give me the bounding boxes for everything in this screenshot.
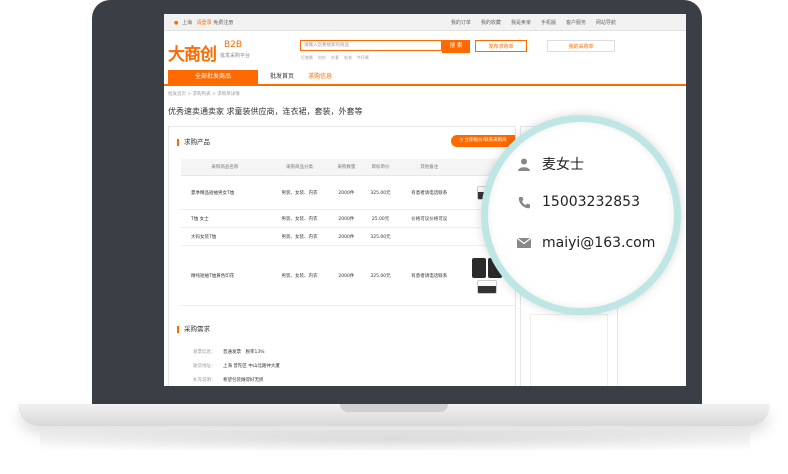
item-category: 男装、女装、内衣	[268, 209, 331, 228]
item-price: 325.00元	[362, 245, 399, 306]
info-invoice: 发票信息： 普通发票 税率13%	[193, 349, 265, 355]
quote-button-label: 立即报价/联系采购商	[464, 138, 507, 143]
item-quantity: 2000件	[330, 227, 363, 246]
topbar-link-orders[interactable]: 我的订单	[451, 19, 471, 26]
item-name: 大码女装T恤	[181, 227, 269, 246]
laptop-base-notch	[340, 404, 448, 412]
location-area: ● 上海 请登录 免费注册	[174, 19, 233, 26]
hot-word[interactable]: 牛仔裤	[357, 55, 369, 61]
topbar-link-mobile[interactable]: 手机版	[541, 19, 556, 26]
phone-icon	[516, 195, 532, 209]
side-panel-box	[530, 314, 608, 386]
item-note	[398, 227, 460, 246]
search-input[interactable]: 请输入您要搜索的商品	[300, 40, 442, 51]
topbar-links: 我的订单 我的收藏 我是卖家 手机版 客户服务 网站导航	[451, 19, 616, 26]
contact-name: 麦女士	[542, 157, 584, 173]
post-request-button[interactable]: 发布求购单	[475, 40, 527, 52]
product-thumbnail[interactable]	[472, 257, 487, 278]
topbar-link-sitenav[interactable]: 网站导航	[596, 19, 616, 26]
section-heading-requirements: 采购需求	[177, 326, 210, 333]
item-price: 25.00元	[362, 209, 399, 228]
purchase-list-button[interactable]: 我的采购单	[547, 40, 615, 52]
column-header: 目标单价	[362, 159, 399, 176]
login-link[interactable]: 请登录	[197, 20, 212, 26]
register-link[interactable]: 免费注册	[213, 20, 233, 26]
info-value: 普通发票 税率13%	[223, 350, 265, 355]
info-notes: 补充说明： 希望包装做得好无损	[193, 377, 264, 383]
column-header: 采购数量	[330, 159, 363, 176]
person-icon	[516, 157, 532, 171]
info-label: 补充说明：	[193, 378, 216, 383]
item-price: 325.00元	[362, 227, 399, 246]
contact-email: maiyi@163.com	[542, 235, 656, 251]
item-name: T恤 女士	[181, 209, 269, 228]
logo-b2b-mark: B2B	[224, 40, 243, 50]
location-pin-icon: ●	[174, 20, 179, 26]
item-quantity: 2000件	[330, 175, 363, 210]
column-header: 其他备注	[398, 159, 460, 176]
main-nav: 全部批发商品 批发首页 求购信息	[164, 70, 686, 86]
table-row: 大码女装T恤 男装、女装、内衣 2000件 325.00元	[181, 227, 515, 246]
item-category: 男装、女装、内衣	[268, 175, 331, 210]
info-value: 上海 普陀区 中山北路仲大厦	[223, 364, 280, 369]
hot-word[interactable]: 衬衫	[318, 55, 326, 61]
info-label: 收货地址：	[193, 364, 216, 369]
topbar-link-service[interactable]: 客户服务	[566, 19, 586, 26]
purchase-card: 求购产品 ◷ 立即报价/联系采购商 采购商品名称 采购商品分类 采购数量 目标单…	[168, 126, 516, 386]
item-note: 有意者请电话联系	[398, 245, 460, 306]
table-row: 夏季精品短袖男女T恤 男装、女装、内衣 2000件 325.00元 有意者请电话…	[181, 175, 515, 210]
page-title: 优秀速卖通卖家 求童装供应商，连衣裙，套装，外套等	[168, 107, 363, 116]
hot-word[interactable]: 打底裤	[301, 55, 313, 61]
item-name: 夏季精品短袖男女T恤	[181, 175, 269, 210]
table-row: 精纯短袖T恤黄色印花 男装、女装、内衣 2000件 325.00元 有意者请电话…	[181, 245, 515, 306]
purchase-items-table: 采购商品名称 采购商品分类 采购数量 目标单价 其他备注 夏季精品短袖男女T恤 …	[181, 159, 515, 306]
section-heading-products: 求购产品	[177, 139, 210, 146]
hot-word[interactable]: 外套	[331, 55, 339, 61]
topbar-link-seller[interactable]: 我是卖家	[511, 19, 531, 26]
contact-name-row: 麦女士	[516, 154, 584, 174]
info-value: 希望包装做得好无损	[223, 378, 264, 383]
location-text[interactable]: 上海	[182, 20, 192, 26]
logo-subtitle: 批发采购平台	[220, 53, 251, 59]
nav-purchase-info[interactable]: 求购信息	[308, 70, 332, 84]
table-header-row: 采购商品名称 采购商品分类 采购数量 目标单价 其他备注	[181, 159, 515, 176]
nav-wholesale-home[interactable]: 批发首页	[270, 70, 294, 84]
contact-email-row: maiyi@163.com	[516, 235, 655, 251]
quote-contact-button[interactable]: ◷ 立即报价/联系采购商	[451, 135, 515, 147]
item-note: 价格可议价格可议	[398, 209, 460, 228]
breadcrumb: 批发首页 > 求购列表 > 求购单详情	[168, 92, 240, 97]
contact-phone-row: 15003232853	[516, 194, 640, 210]
contact-magnifier: 麦女士 15003232853 maiyi@163.com	[481, 115, 681, 315]
hot-search-words: 打底裤 衬衫 外套 毛衣 牛仔裤	[301, 55, 369, 61]
info-label: 发票信息：	[193, 350, 216, 355]
nav-all-categories[interactable]: 全部批发商品	[168, 70, 258, 84]
product-thumbnail[interactable]	[477, 279, 498, 294]
top-bar: ● 上海 请登录 免费注册 我的订单 我的收藏 我是卖家 手机版 客户服务 网站…	[164, 14, 686, 31]
column-header: 采购商品名称	[181, 159, 269, 176]
contact-phone: 15003232853	[542, 194, 640, 210]
info-address: 收货地址： 上海 普陀区 中山北路仲大厦	[193, 363, 280, 369]
column-header: 采购商品分类	[268, 159, 331, 176]
item-price: 325.00元	[362, 175, 399, 210]
site-logo[interactable]: 大商创	[168, 40, 217, 65]
topbar-link-favorites[interactable]: 我的收藏	[481, 19, 501, 26]
table-row: T恤 女士 男装、女装、内衣 2000件 25.00元 价格可议价格可议	[181, 209, 515, 228]
item-note: 有意者请电话联系	[398, 175, 460, 210]
hot-word[interactable]: 毛衣	[344, 55, 352, 61]
item-category: 男装、女装、内衣	[268, 227, 331, 246]
mail-icon	[516, 236, 532, 250]
search-button[interactable]: 搜 索	[442, 40, 470, 53]
item-quantity: 2000件	[330, 209, 363, 228]
laptop-shadow	[40, 430, 750, 450]
item-name: 精纯短袖T恤黄色印花	[181, 245, 269, 306]
item-category: 男装、女装、内衣	[268, 245, 331, 306]
item-quantity: 2000件	[330, 245, 363, 306]
